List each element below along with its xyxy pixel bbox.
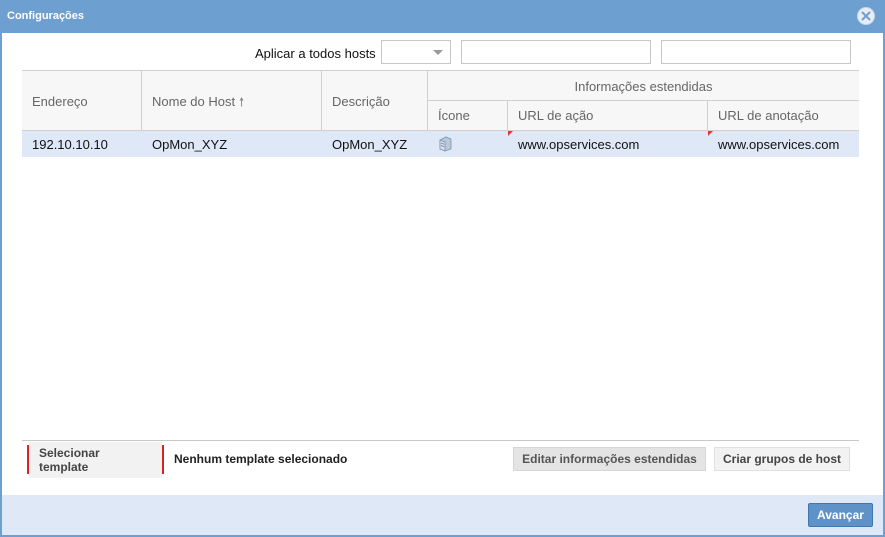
modified-indicator [708,131,713,136]
dialog-footer [2,495,883,535]
cell-notes-url[interactable]: www.opservices.com [718,137,839,152]
chevron-down-icon [433,50,443,55]
select-template-button[interactable]: Selecionar template [27,441,164,478]
select-template-label: Selecionar template [29,441,162,478]
server-icon[interactable] [438,136,452,155]
close-button[interactable] [857,7,875,25]
apply-all-label: Aplicar a todos hosts [255,46,376,61]
modified-indicator [508,131,513,136]
apply-all-notes-url-input[interactable] [661,40,851,64]
create-host-groups-button[interactable]: Criar grupos de host [714,447,850,471]
column-header-notes-url-label: URL de anotação [718,108,819,123]
cell-description: OpMon_XYZ [332,137,408,152]
cell-address: 192.10.10.10 [32,137,108,152]
column-header-address[interactable]: Endereço [22,71,142,131]
table-row[interactable]: 192.10.10.10 OpMon_XYZ OpMon_XYZ www.ops… [22,131,859,157]
column-group-extended-info: Informações estendidas [428,71,859,101]
apply-all-action-url-input[interactable] [461,40,651,64]
sort-ascending-icon: 🠕 [239,95,245,109]
edit-extended-info-button[interactable]: Editar informações estendidas [513,447,706,471]
column-header-action-url[interactable]: URL de ação [508,101,708,131]
column-header-action-url-label: URL de ação [518,108,594,123]
column-header-notes-url[interactable]: URL de anotação [708,101,859,131]
column-header-host-name[interactable]: Nome do Host 🠕 [142,71,322,131]
close-icon [861,11,871,21]
dialog-title: Configurações [7,10,85,22]
configuration-dialog: Configurações Aplicar a todos hosts Ende… [0,0,885,537]
cell-host-name: OpMon_XYZ [152,137,228,152]
title-bar[interactable]: Configurações [0,0,885,33]
column-header-address-label: Endereço [32,94,88,109]
cell-action-url[interactable]: www.opservices.com [518,137,639,152]
column-header-description-label: Descrição [332,94,390,109]
column-group-extended-info-label: Informações estendidas [574,79,713,94]
column-header-icon-label: Ícone [438,108,470,123]
column-header-icon[interactable]: Ícone [428,101,508,131]
column-header-description[interactable]: Descrição [322,71,428,131]
next-button[interactable]: Avançar [808,503,873,527]
apply-all-select[interactable] [381,40,451,64]
template-status-text: Nenhum template selecionado [174,452,348,466]
column-header-host-name-label: Nome do Host [152,94,236,109]
hosts-grid: Endereço Nome do Host 🠕 Descrição Inform… [22,70,859,440]
